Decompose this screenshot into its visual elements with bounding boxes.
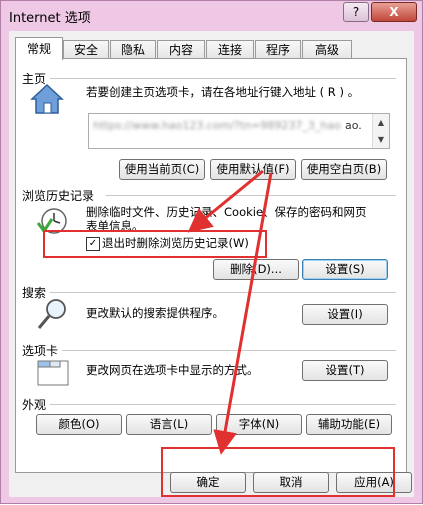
history-divider — [106, 195, 396, 196]
title-bar[interactable]: Internet 选项 ? X — [1, 1, 422, 31]
homepage-description: 若要创建主页选项卡，请在各地址行键入地址 ( R ) 。 — [86, 85, 360, 99]
home-icon — [30, 83, 64, 114]
close-button[interactable]: X — [371, 2, 417, 22]
tab-privacy[interactable]: 隐私 — [110, 40, 156, 59]
history-settings-button[interactable]: 设置(S) — [302, 259, 388, 280]
history-clock-icon — [36, 208, 67, 234]
ok-button[interactable]: 确定 — [170, 472, 246, 493]
tabs-window-icon — [37, 360, 69, 386]
use-current-button[interactable]: 使用当前页(C) — [119, 159, 205, 180]
help-button[interactable]: ? — [343, 2, 369, 22]
homepage-url-suffix: ao. — [345, 119, 362, 132]
tab-general[interactable]: 常规 — [15, 37, 63, 60]
apply-button[interactable]: 应用(A) — [336, 472, 412, 493]
history-header: 浏览历史记录 — [22, 189, 95, 203]
use-default-button[interactable]: 使用默认值(F) — [210, 159, 296, 180]
homepage-url-text: https://www.hao123.com/?tn=989237_3_hao — [93, 119, 341, 132]
tab-strip: 常规 安全 隐私 内容 连接 程序 高级 — [15, 37, 410, 60]
general-tab-panel: 主页 若要创建主页选项卡，请在各地址行键入地址 ( R ) 。 https://… — [15, 58, 407, 473]
history-description-1: 删除临时文件、历史记录、Cookie、保存的密码和网页 — [86, 205, 367, 219]
appearance-header: 外观 — [22, 398, 47, 412]
accessibility-button[interactable]: 辅助功能(E) — [306, 414, 392, 435]
cancel-button[interactable]: 取消 — [253, 472, 329, 493]
tab-programs[interactable]: 程序 — [255, 40, 301, 59]
delete-on-exit-checkbox[interactable]: ✓ — [86, 237, 100, 251]
colors-button[interactable]: 颜色(O) — [36, 414, 122, 435]
tab-content[interactable]: 内容 — [157, 40, 205, 59]
dialog-client: 常规 安全 隐私 内容 连接 程序 高级 主页 若要创建主页选项卡，请在各地址行… — [9, 31, 414, 497]
homepage-url-input[interactable]: https://www.hao123.com/?tn=989237_3_hao … — [88, 113, 390, 149]
tab-connections[interactable]: 连接 — [206, 40, 254, 59]
history-description-2: 表单信息。 — [86, 219, 144, 233]
homepage-url-scrollbar[interactable]: ▲ ▼ — [372, 114, 389, 148]
delete-history-button[interactable]: 删除(D)... — [213, 259, 299, 280]
tab-security[interactable]: 安全 — [63, 40, 109, 59]
window-title: Internet 选项 — [9, 11, 91, 26]
tabs-section-description: 更改网页在选项卡中显示的方式。 — [86, 363, 259, 377]
use-blank-button[interactable]: 使用空白页(B) — [301, 159, 387, 180]
appearance-divider — [50, 404, 396, 405]
fonts-button[interactable]: 字体(N) — [216, 414, 302, 435]
tab-advanced[interactable]: 高级 — [302, 40, 352, 59]
magnifier-icon — [37, 299, 66, 329]
languages-button[interactable]: 语言(L) — [126, 414, 212, 435]
internet-options-window: Internet 选项 ? X 常规 安全 隐私 内容 连接 程序 高级 主页 … — [0, 0, 423, 504]
search-divider — [50, 292, 396, 293]
homepage-divider — [50, 78, 396, 79]
delete-on-exit-label[interactable]: 退出时删除浏览历史记录(W) — [102, 236, 249, 251]
scroll-up-icon[interactable]: ▲ — [373, 114, 389, 131]
search-settings-button[interactable]: 设置(I) — [302, 304, 388, 325]
tabs-section-divider — [62, 350, 396, 351]
search-description: 更改默认的搜索提供程序。 — [86, 306, 224, 320]
tabs-settings-button[interactable]: 设置(T) — [302, 360, 388, 381]
scroll-down-icon[interactable]: ▼ — [373, 131, 389, 148]
